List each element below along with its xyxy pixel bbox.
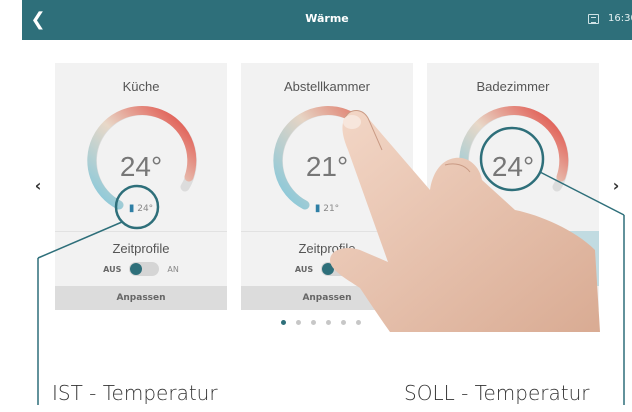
callouts <box>37 126 625 405</box>
annotation-ist: IST - Temperatur <box>52 381 218 405</box>
annotation-soll: SOLL - Temperatur <box>404 381 590 405</box>
